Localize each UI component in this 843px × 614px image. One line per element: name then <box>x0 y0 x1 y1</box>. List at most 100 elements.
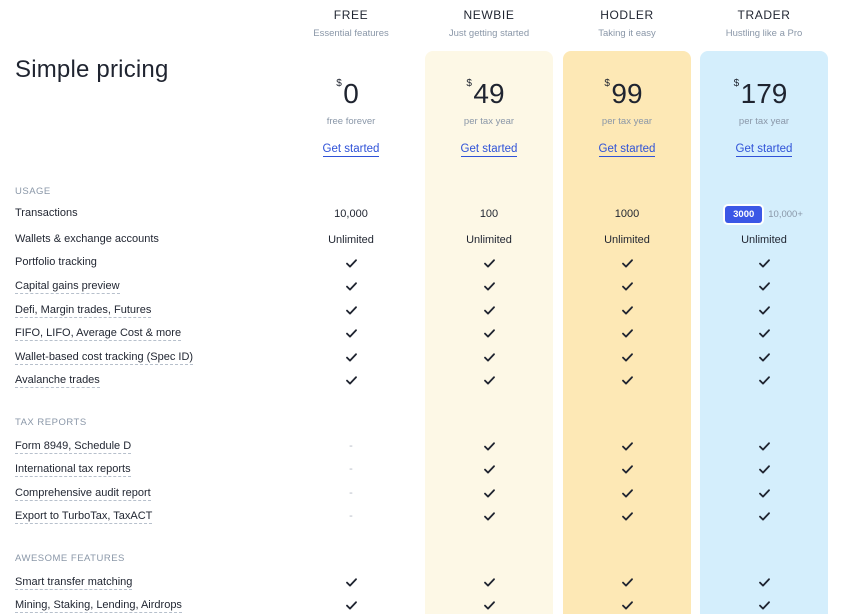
feature-value: 1000 <box>614 208 640 220</box>
dash-icon: - <box>349 487 353 499</box>
price-block-free: $0 free forever Get started <box>287 78 415 157</box>
check-icon <box>563 483 691 503</box>
check-icon <box>425 595 553 614</box>
get-started-link-trader[interactable]: Get started <box>735 143 793 157</box>
price-period: per tax year <box>738 116 790 127</box>
price: $49 <box>466 78 504 110</box>
feature-row: International tax reports - <box>0 459 843 479</box>
price-block-trader: $179 per tax year Get started <box>700 78 828 157</box>
check-icon <box>700 506 828 526</box>
feature-row: Mining, Staking, Lending, Airdrops <box>0 595 843 614</box>
check-icon <box>425 323 553 343</box>
currency-symbol: $ <box>733 78 740 89</box>
section-header-usage: USAGE <box>15 186 51 197</box>
check-icon <box>425 436 553 456</box>
plan-name: NEWBIE <box>463 8 515 22</box>
price-amount: 0 <box>343 78 359 109</box>
plan-tagline: Just getting started <box>448 28 530 39</box>
feature-value: 10,000 <box>334 208 368 220</box>
feature-label: Portfolio tracking <box>15 256 97 268</box>
section-header-awesome-features: AWESOME FEATURES <box>15 553 125 564</box>
check-icon <box>425 506 553 526</box>
plan-name: FREE <box>333 8 369 22</box>
check-icon <box>700 370 828 390</box>
plan-header-trader: TRADER Hustling like a Pro <box>700 8 828 39</box>
get-started-link-hodler[interactable]: Get started <box>598 143 656 157</box>
feature-label[interactable]: Smart transfer matching <box>15 575 133 590</box>
feature-label[interactable]: International tax reports <box>15 462 131 477</box>
plan-name: HODLER <box>600 8 654 22</box>
feature-row: Comprehensive audit report - <box>0 483 843 503</box>
dash-icon: - <box>349 440 353 452</box>
dash-icon: - <box>349 510 353 522</box>
feature-row: Portfolio tracking <box>0 253 843 273</box>
feature-label[interactable]: Avalanche trades <box>15 373 100 388</box>
check-icon <box>563 323 691 343</box>
transactions-tier-selected[interactable]: 3000 <box>725 205 763 223</box>
check-icon <box>563 370 691 390</box>
check-icon <box>425 370 553 390</box>
check-icon <box>425 276 553 296</box>
check-icon <box>287 347 415 367</box>
feature-row: Avalanche trades <box>0 370 843 390</box>
feature-row: Transactions 10,000 100 1000 3000 10,000+ <box>0 204 843 224</box>
plan-name: TRADER <box>737 8 791 22</box>
section-header-tax-reports: TAX REPORTS <box>15 417 87 428</box>
feature-label[interactable]: Capital gains preview <box>15 279 120 294</box>
plan-tagline: Essential features <box>313 28 389 39</box>
feature-label[interactable]: Export to TurboTax, TaxACT <box>15 509 153 524</box>
currency-symbol: $ <box>466 78 472 89</box>
price-block-newbie: $49 per tax year Get started <box>425 78 553 157</box>
transactions-tier-option[interactable]: 10,000+ <box>768 209 803 220</box>
feature-row: FIFO, LIFO, Average Cost & more <box>0 323 843 343</box>
check-icon <box>287 595 415 614</box>
plan-header-newbie: NEWBIE Just getting started <box>425 8 553 39</box>
feature-row: Wallet-based cost tracking (Spec ID) <box>0 347 843 367</box>
check-icon <box>425 347 553 367</box>
feature-row: Form 8949, Schedule D - <box>0 436 843 456</box>
check-icon <box>287 253 415 273</box>
plan-tagline: Hustling like a Pro <box>725 28 803 39</box>
price-period: per tax year <box>463 116 515 127</box>
feature-row: Defi, Margin trades, Futures <box>0 300 843 320</box>
check-icon <box>287 572 415 592</box>
get-started-link-free[interactable]: Get started <box>322 143 380 157</box>
check-icon <box>287 370 415 390</box>
check-icon <box>563 347 691 367</box>
feature-label[interactable]: Defi, Margin trades, Futures <box>15 303 152 318</box>
currency-symbol: $ <box>336 78 342 89</box>
feature-label[interactable]: Form 8949, Schedule D <box>15 439 132 454</box>
feature-row: Export to TurboTax, TaxACT - <box>0 506 843 526</box>
feature-label[interactable]: FIFO, LIFO, Average Cost & more <box>15 326 182 341</box>
check-icon <box>700 572 828 592</box>
price-period: free forever <box>326 116 376 127</box>
feature-row: Capital gains preview <box>0 276 843 296</box>
feature-label[interactable]: Mining, Staking, Lending, Airdrops <box>15 598 182 613</box>
check-icon <box>425 572 553 592</box>
check-icon <box>287 323 415 343</box>
feature-value: Unlimited <box>604 234 650 246</box>
feature-label[interactable]: Comprehensive audit report <box>15 486 151 501</box>
plan-header-hodler: HODLER Taking it easy <box>563 8 691 39</box>
check-icon <box>563 276 691 296</box>
price: $179 <box>734 78 788 110</box>
plan-header-free: FREE Essential features <box>287 8 415 39</box>
check-icon <box>700 253 828 273</box>
check-icon <box>287 300 415 320</box>
feature-row: Smart transfer matching <box>0 572 843 592</box>
feature-value: Unlimited <box>328 234 374 246</box>
get-started-link-newbie[interactable]: Get started <box>460 143 518 157</box>
dash-icon: - <box>349 463 353 475</box>
price-block-hodler: $99 per tax year Get started <box>563 78 691 157</box>
check-icon <box>700 300 828 320</box>
check-icon <box>425 459 553 479</box>
check-icon <box>700 323 828 343</box>
feature-row: Wallets & exchange accounts Unlimited Unli… <box>0 230 843 250</box>
price-amount: 99 <box>611 78 643 109</box>
check-icon <box>563 300 691 320</box>
price: $99 <box>604 78 643 110</box>
currency-symbol: $ <box>604 78 610 89</box>
check-icon <box>700 436 828 456</box>
check-icon <box>700 595 828 614</box>
feature-label[interactable]: Wallet-based cost tracking (Spec ID) <box>15 350 194 365</box>
